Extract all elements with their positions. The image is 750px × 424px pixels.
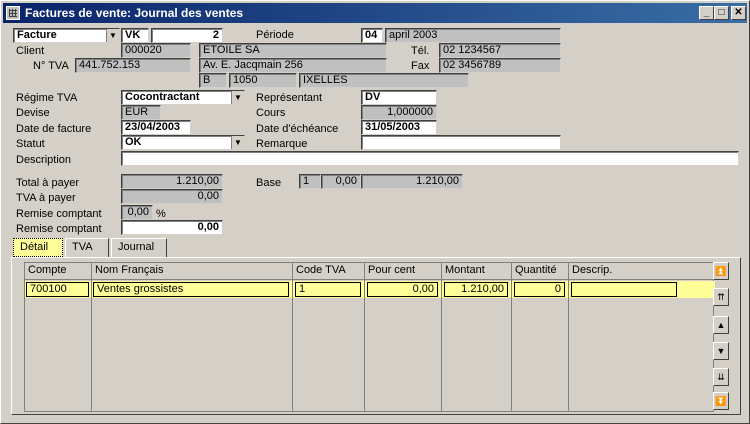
tab-detail[interactable]: Détail [13,238,63,257]
client-label: Client [16,45,45,57]
cell-nom[interactable]: Ventes grossistes [93,282,289,297]
tel-field: 02 1234567 [439,43,561,58]
page-down-icon[interactable]: ⇊ [713,368,729,386]
fax-label: Fax [411,60,430,72]
title-bar[interactable]: Factures de vente: Journal des ventes _ … [3,3,747,23]
col-quantite[interactable]: Quantité [512,263,569,280]
address-field: Av. E. Jacqmain 256 [199,58,387,73]
grid-navigator: ⏫ ⇈ ▲ ▼ ⇊ ⏬ [713,262,729,412]
remarque-label: Remarque [256,138,308,150]
periode-num-field[interactable]: 04 [361,28,383,43]
remise2-label: Remise comptant [16,223,102,235]
cell-quantite[interactable]: 0 [514,282,565,297]
main-window: Factures de vente: Journal des ventes _ … [0,0,750,424]
cours-field: 1,000000 [361,105,437,120]
representant-field[interactable]: DV [361,90,437,105]
periode-name-field: april 2003 [385,28,561,43]
percent-sign: % [156,208,166,220]
remise-label: Remise comptant [16,208,102,220]
tva-payer-label: TVA à payer [16,192,76,204]
tva-number-label: N° TVA [33,60,69,72]
zip-field: 1050 [229,73,297,88]
col-descrip[interactable]: Descrip. [569,263,715,280]
last-record-icon[interactable]: ⏬ [713,392,729,410]
description-field[interactable] [121,151,739,166]
regime-label: Régime TVA [16,92,78,104]
base-a-field: 0,00 [321,174,361,189]
doc-type-select[interactable]: Facture ▼ [13,28,120,43]
regime-select[interactable]: Cocontractant ▼ [121,90,245,105]
prev-record-icon[interactable]: ▲ [713,316,729,334]
tva-number-field: 441.752.153 [75,58,191,73]
detail-grid: Compte Nom Français Code TVA Pour cent M… [24,262,715,412]
page-up-icon[interactable]: ⇈ [713,288,729,306]
base-code-field: 1 [299,174,321,189]
cell-descrip[interactable] [571,282,677,297]
journal-field[interactable]: VK [121,28,149,43]
regime-value: Cocontractant [125,91,200,103]
city-field: IXELLES [299,73,469,88]
chevron-down-icon[interactable]: ▼ [231,91,244,104]
remise-pct-field[interactable]: 0,00 [121,205,153,220]
number-field[interactable]: 2 [151,28,223,43]
invoice-date-field[interactable]: 23/04/2003 [121,120,191,135]
tva-payer-field: 0,00 [121,189,223,204]
tab-journal[interactable]: Journal [111,238,167,257]
chevron-down-icon[interactable]: ▼ [106,29,119,42]
cell-compte[interactable]: 700100 [26,282,89,297]
col-code-tva[interactable]: Code TVA [293,263,365,280]
cell-pour-cent[interactable]: 0,00 [367,282,438,297]
chevron-down-icon[interactable]: ▼ [231,136,244,149]
doc-type-value: Facture [17,29,57,41]
col-compte[interactable]: Compte [25,263,92,280]
col-nom[interactable]: Nom Français [92,263,293,280]
base-b-field: 1.210,00 [361,174,463,189]
cell-montant[interactable]: 1.210,00 [444,282,508,297]
window-title: Factures de vente: Journal des ventes [25,6,244,20]
maximize-icon[interactable]: □ [714,6,729,20]
devise-field: EUR [121,105,161,120]
tel-label: Tél. [411,45,430,57]
cell-code-tva[interactable]: 1 [295,282,361,297]
col-montant[interactable]: Montant [442,263,512,280]
base-label: Base [256,177,282,189]
remarque-field[interactable] [361,135,561,150]
remise2-field[interactable]: 0,00 [121,220,223,235]
client-name-field: ETOILE SA [199,43,387,58]
statut-value: OK [125,136,142,148]
statut-select[interactable]: OK ▼ [121,135,245,150]
description-label: Description [16,154,72,166]
next-record-icon[interactable]: ▼ [713,342,729,360]
date-label: Date de facture [16,123,92,135]
due-date-field[interactable]: 31/05/2003 [361,120,437,135]
statut-label: Statut [16,138,45,150]
periode-label: Période [256,29,294,41]
tab-tva[interactable]: TVA [65,238,109,257]
client-code-field[interactable]: 000020 [121,43,191,58]
devise-label: Devise [16,107,50,119]
cours-label: Cours [256,107,286,119]
app-icon [6,6,20,20]
fax-field: 02 3456789 [439,58,561,73]
country-field: B [199,73,227,88]
echeance-label: Date d'échéance [256,123,339,135]
total-field: 1.210,00 [121,174,223,189]
total-label: Total à payer [16,177,79,189]
first-record-icon[interactable]: ⏫ [713,262,729,280]
representant-label: Représentant [256,92,323,104]
close-icon[interactable]: ✕ [731,6,746,20]
minimize-icon[interactable]: _ [699,6,714,20]
col-pour-cent[interactable]: Pour cent [365,263,442,280]
